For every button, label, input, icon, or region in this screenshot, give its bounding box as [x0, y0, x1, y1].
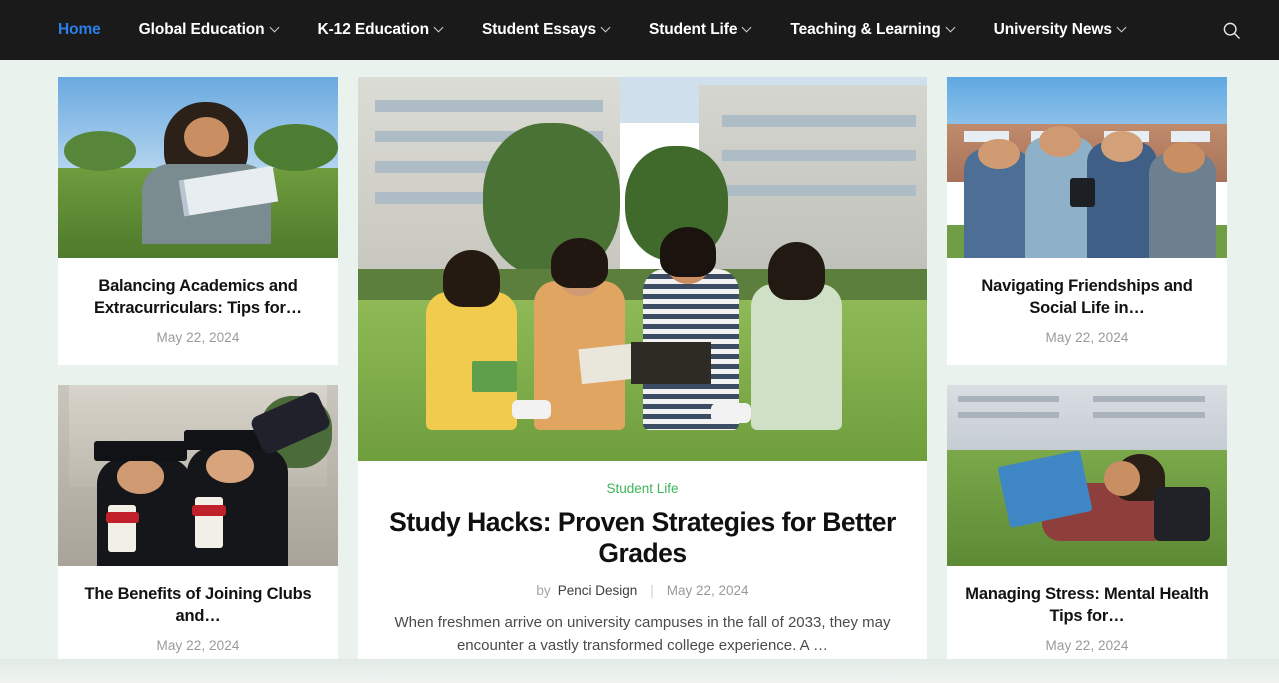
thumbnail-image-reading-on-grass — [58, 77, 338, 258]
nav-item-label: Teaching & Learning — [790, 21, 941, 38]
post-title[interactable]: Managing Stress: Mental Health Tips for… — [963, 583, 1211, 627]
post-card-body: Balancing Academics and Extracurriculars… — [58, 258, 338, 365]
footer-strip — [0, 659, 1279, 683]
chevron-down-icon — [1118, 24, 1127, 33]
nav-item-label: Global Education — [138, 21, 265, 38]
post-card-body: The Benefits of Joining Clubs and… May 2… — [58, 566, 338, 673]
post-card[interactable]: Balancing Academics and Extracurriculars… — [58, 77, 338, 366]
thumbnail-image-student-with-blue-book — [947, 385, 1227, 567]
thumbnail-image-friends-with-phone — [947, 77, 1227, 258]
nav-item-university-news[interactable]: University News — [975, 21, 1146, 39]
search-icon — [1223, 22, 1240, 39]
left-post-column: Balancing Academics and Extracurriculars… — [58, 77, 338, 674]
post-title[interactable]: Balancing Academics and Extracurriculars… — [74, 275, 322, 319]
post-title[interactable]: The Benefits of Joining Clubs and… — [74, 583, 322, 627]
page-content: Balancing Academics and Extracurriculars… — [0, 60, 1279, 683]
post-date: May 22, 2024 — [1045, 638, 1129, 654]
featured-image-students-on-lawn — [358, 77, 927, 461]
author-link[interactable]: Penci Design — [558, 583, 638, 598]
main-navigation: Home Global Education K-12 Education Stu… — [58, 21, 1213, 39]
post-date: May 22, 2024 — [156, 638, 240, 654]
post-card[interactable]: Managing Stress: Mental Health Tips for…… — [947, 385, 1227, 674]
nav-item-label: Student Life — [649, 21, 738, 38]
chevron-down-icon — [271, 24, 280, 33]
chevron-down-icon — [435, 24, 444, 33]
featured-category-link[interactable]: Student Life — [606, 481, 678, 496]
nav-item-home[interactable]: Home — [58, 21, 120, 39]
byline-prefix: by — [536, 583, 551, 598]
thumbnail-image-graduates-selfie — [58, 385, 338, 567]
post-thumbnail[interactable] — [947, 77, 1227, 258]
post-title[interactable]: Navigating Friendships and Social Life i… — [963, 275, 1211, 319]
post-thumbnail[interactable] — [58, 77, 338, 258]
nav-item-label: Student Essays — [481, 21, 596, 38]
featured-post-image[interactable] — [358, 77, 927, 461]
chevron-down-icon — [743, 24, 752, 33]
post-thumbnail[interactable] — [58, 385, 338, 567]
meta-separator: | — [650, 583, 654, 598]
featured-post-meta: by Penci Design | May 22, 2024 — [386, 583, 899, 598]
top-navigation-bar: Home Global Education K-12 Education Stu… — [0, 0, 1279, 60]
featured-post-excerpt: When freshmen arrive on university campu… — [394, 614, 891, 654]
nav-item-k12-education[interactable]: K-12 Education — [299, 21, 463, 39]
nav-item-label: K-12 Education — [317, 21, 430, 38]
featured-post-title[interactable]: Study Hacks: Proven Strategies for Bette… — [386, 507, 899, 569]
featured-post-card[interactable]: Student Life Study Hacks: Proven Strateg… — [358, 77, 927, 683]
post-thumbnail[interactable] — [947, 385, 1227, 567]
post-date: May 22, 2024 — [1045, 330, 1129, 346]
post-grid: Balancing Academics and Extracurriculars… — [0, 60, 1279, 683]
search-button[interactable] — [1213, 12, 1249, 48]
nav-item-label: Home — [58, 21, 101, 38]
nav-item-student-essays[interactable]: Student Essays — [463, 21, 630, 39]
nav-item-student-life[interactable]: Student Life — [630, 21, 771, 39]
featured-post-body: Student Life Study Hacks: Proven Strateg… — [358, 461, 927, 683]
featured-post-column: Student Life Study Hacks: Proven Strateg… — [358, 77, 927, 683]
post-card-body: Managing Stress: Mental Health Tips for…… — [947, 566, 1227, 673]
nav-item-teaching-and-learning[interactable]: Teaching & Learning — [771, 21, 974, 39]
post-card[interactable]: The Benefits of Joining Clubs and… May 2… — [58, 385, 338, 674]
post-card[interactable]: Navigating Friendships and Social Life i… — [947, 77, 1227, 366]
nav-item-global-education[interactable]: Global Education — [120, 21, 299, 39]
post-card-body: Navigating Friendships and Social Life i… — [947, 258, 1227, 365]
nav-item-label: University News — [993, 21, 1112, 38]
post-date: May 22, 2024 — [156, 330, 240, 346]
chevron-down-icon — [602, 24, 611, 33]
right-post-column: Navigating Friendships and Social Life i… — [947, 77, 1227, 674]
chevron-down-icon — [947, 24, 956, 33]
featured-post-date: May 22, 2024 — [666, 583, 749, 598]
